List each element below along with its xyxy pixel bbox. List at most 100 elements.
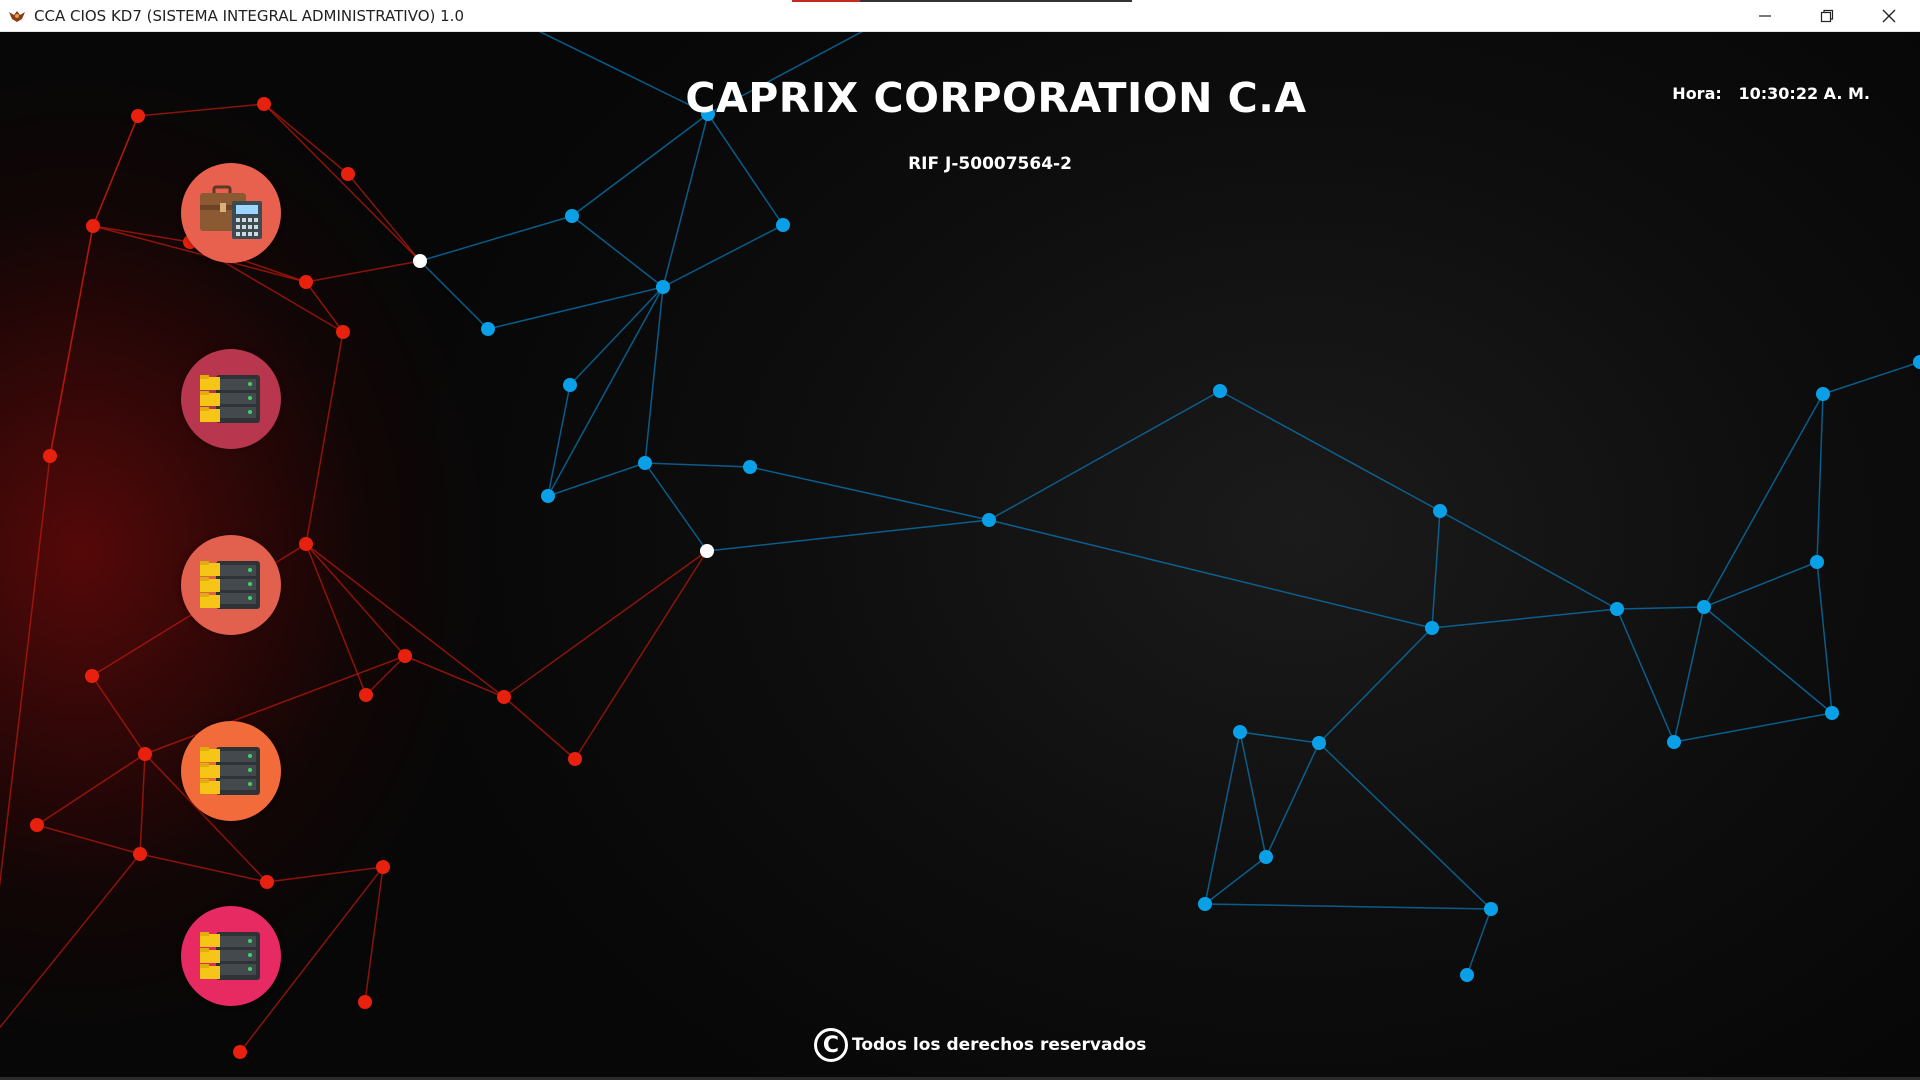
clock-value: 10:30:22 A. M. — [1738, 84, 1871, 103]
blue-network-node — [1460, 968, 1474, 982]
network-edge — [1703, 561, 1818, 608]
blue-network-node — [1913, 355, 1920, 369]
briefcase-calculator-icon — [200, 185, 262, 239]
red-network-node — [85, 669, 99, 683]
company-rif: RIF J-50007564-2 — [908, 154, 1072, 174]
blue-network-node — [1667, 735, 1681, 749]
network-edge — [574, 550, 708, 760]
network-edge — [1204, 856, 1267, 905]
server-folder-icon — [200, 375, 260, 423]
copyright-symbol: C — [822, 1032, 840, 1058]
network-edge — [1431, 510, 1441, 629]
clock-label: Hora: — [1672, 84, 1722, 103]
network-edge — [1265, 742, 1320, 858]
network-edge — [988, 519, 1433, 629]
blue-network-node — [1484, 902, 1498, 916]
red-network-node — [497, 690, 511, 704]
network-edge — [662, 113, 709, 288]
network-edge — [644, 462, 751, 468]
menu-button-administrative[interactable] — [181, 163, 281, 263]
network-edge — [1239, 731, 1267, 858]
blue-network-node — [1425, 621, 1439, 635]
network-edge — [662, 224, 784, 288]
red-network-node — [299, 537, 313, 551]
red-network-node — [43, 449, 57, 463]
network-edge — [144, 655, 406, 755]
network-edge — [1703, 393, 1824, 608]
blue-network-node — [638, 456, 652, 470]
menu-button-database-2[interactable] — [181, 535, 281, 635]
footer: C Todos los derechos reservados — [814, 1028, 1146, 1062]
network-background — [0, 32, 1920, 1059]
network-edge — [1318, 742, 1492, 910]
network-edge — [1616, 606, 1705, 610]
menu-button-database-1[interactable] — [181, 349, 281, 449]
minimize-icon — [1759, 15, 1771, 17]
network-edge — [91, 675, 146, 755]
network-edge — [92, 225, 191, 243]
network-edge — [1703, 606, 1833, 714]
title-accent-line-red — [792, 0, 860, 2]
network-edge — [547, 462, 646, 497]
network-edge — [1616, 608, 1675, 743]
network-edge — [1466, 908, 1492, 976]
blue-network-node — [656, 280, 670, 294]
close-button[interactable] — [1858, 0, 1920, 32]
title-bar[interactable]: CCA CIOS KD7 (SISTEMA INTEGRAL ADMINISTR… — [0, 0, 1920, 32]
red-network-node — [376, 860, 390, 874]
network-edge — [0, 455, 51, 889]
network-edge — [1431, 608, 1618, 629]
red-network-node — [398, 649, 412, 663]
blue-network-node — [565, 209, 579, 223]
app-window: CCA CIOS KD7 (SISTEMA INTEGRAL ADMINISTR… — [0, 0, 1920, 1080]
red-network-node — [30, 818, 44, 832]
network-edge — [36, 753, 146, 826]
network-edge — [36, 824, 141, 855]
blue-network-node — [982, 513, 996, 527]
company-name: CAPRIX CORPORATION C.A — [685, 74, 1307, 122]
blue-network-node — [1433, 504, 1447, 518]
network-edge — [139, 753, 146, 855]
menu-button-database-4[interactable] — [181, 906, 281, 1006]
red-network-node — [260, 875, 274, 889]
network-edge — [419, 215, 573, 262]
network-edge — [1822, 361, 1920, 395]
red-network-node — [299, 275, 313, 289]
clock: Hora: 10:30:22 A. M. — [1672, 84, 1870, 103]
white-network-node — [413, 254, 427, 268]
server-folder-icon — [200, 747, 260, 795]
restore-icon — [1820, 9, 1834, 23]
network-edge — [1673, 606, 1705, 743]
blue-network-node — [1697, 600, 1711, 614]
network-edge — [1439, 510, 1618, 610]
menu-button-database-3[interactable] — [181, 721, 281, 821]
clock-space — [1727, 84, 1733, 103]
blue-network-node — [541, 489, 555, 503]
network-edge — [988, 390, 1221, 521]
red-network-node — [568, 752, 582, 766]
network-edge — [263, 103, 421, 262]
blue-network-node — [1312, 736, 1326, 750]
red-network-node — [358, 995, 372, 1009]
red-network-edges — [0, 103, 708, 1053]
network-edge — [706, 519, 990, 552]
window-title: CCA CIOS KD7 (SISTEMA INTEGRAL ADMINISTR… — [34, 6, 464, 25]
network-edge — [266, 866, 384, 883]
network-edge — [1816, 561, 1833, 714]
server-folder-icon — [200, 932, 260, 980]
blue-network-node — [563, 378, 577, 392]
blue-network-node — [1816, 387, 1830, 401]
network-edge — [365, 655, 406, 696]
network-edge — [419, 260, 489, 330]
minimize-button[interactable] — [1734, 0, 1796, 32]
white-network-node — [700, 544, 714, 558]
restore-button[interactable] — [1796, 0, 1858, 32]
network-edge — [305, 281, 344, 333]
blue-network-node — [1198, 897, 1212, 911]
network-edge — [644, 462, 708, 552]
network-edge — [1673, 712, 1833, 743]
network-edge — [487, 286, 664, 330]
eagle-icon — [9, 10, 25, 22]
main-area: CAPRIX CORPORATION C.A RIF J-50007564-2 … — [0, 32, 1920, 1080]
network-nodes — [30, 97, 1920, 1059]
